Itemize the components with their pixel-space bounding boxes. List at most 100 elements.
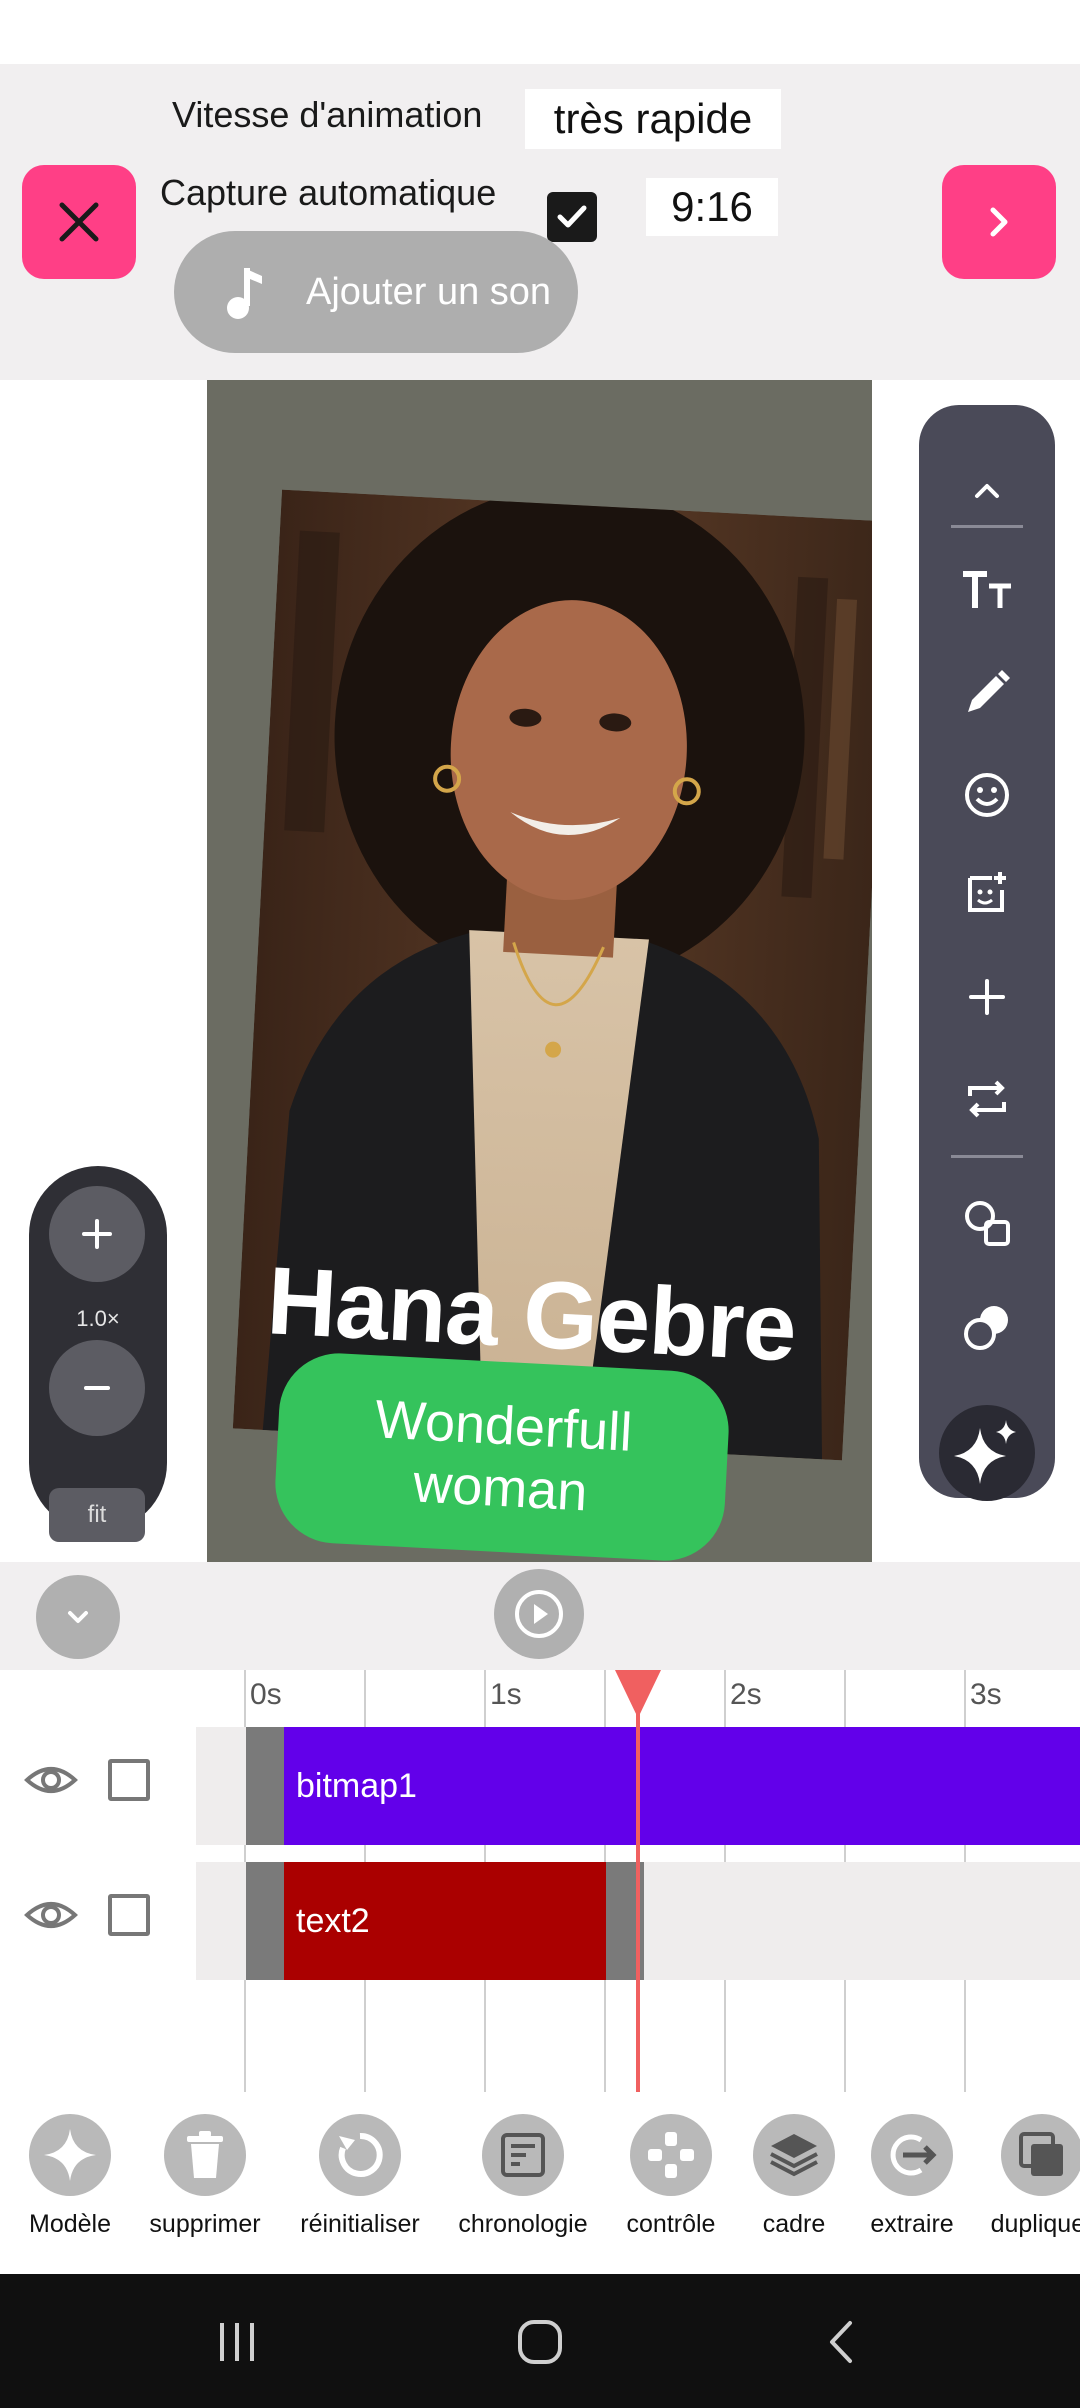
loop-tool-button[interactable] [937,1059,1037,1139]
tick-label: 0s [250,1678,282,1711]
delete-button[interactable]: supprimer [125,2114,285,2239]
add-sound-button[interactable]: Ajouter un son [174,231,578,353]
eye-icon [24,1767,78,1793]
recents-icon [220,2323,254,2361]
duplicate-button[interactable]: dupliquer [962,2114,1080,2239]
editor-canvas-area: Hana Gebre Wonderfull woman 1.0× fit [0,380,1080,1562]
tool-divider [951,525,1023,528]
gamepad-icon [630,2114,712,2196]
tick-label: 3s [970,1678,1002,1711]
next-button[interactable] [942,165,1056,279]
action-label: réinitialiser [300,2210,420,2238]
export-icon [871,2114,953,2196]
chevron-down-icon [68,1611,88,1623]
sticker-tool-button[interactable] [937,853,1037,933]
play-button[interactable] [494,1569,584,1659]
sticker-icon [968,872,1006,912]
blend-tool-button[interactable] [937,1287,1037,1367]
clip-label: bitmap1 [296,1766,417,1805]
home-icon [518,2320,562,2364]
tick-label: 2s [730,1678,762,1711]
track-visibility-toggle[interactable] [24,1760,78,1800]
tool-panel [919,405,1055,1501]
check-icon [557,205,587,228]
animation-speed-select[interactable]: très rapide [525,89,781,149]
animation-speed-label: Vitesse d'animation [172,94,483,135]
status-bar [0,0,1080,64]
zoom-control: 1.0× fit [29,1166,167,1542]
emoji-tool-button[interactable] [937,755,1037,835]
layers-icon [753,2114,835,2196]
duplicate-icon [1001,2114,1080,2196]
recents-button[interactable] [207,2312,267,2372]
tick-label: 1s [490,1678,522,1711]
chevron-up-icon [975,484,999,498]
zoom-out-button[interactable] [49,1340,145,1436]
play-icon [515,1590,563,1638]
zoom-in-button[interactable] [49,1186,145,1282]
add-element-button[interactable] [937,957,1037,1037]
system-nav-bar [0,2274,1080,2408]
sparkle-icon [29,2114,111,2196]
timeline-clip-text2[interactable]: text2 [284,1862,606,1980]
collapse-tools-button[interactable] [937,450,1037,530]
track-select-checkbox[interactable] [108,1894,150,1936]
zoom-level: 1.0× [76,1306,120,1331]
action-label: dupliquer [990,2210,1080,2238]
animation-settings-bar: Vitesse d'animation très rapide Capture … [0,64,1080,380]
action-label: chronologie [458,2210,588,2238]
reset-icon [319,2114,401,2196]
home-button[interactable] [510,2312,570,2372]
subtitle-badge[interactable]: Wonderfull woman [272,1350,732,1562]
blend-icon [964,1306,1008,1350]
playhead-line [636,1710,640,2092]
timeline-button[interactable]: chronologie [443,2114,603,2239]
subtitle-badge-text: Wonderfull woman [373,1389,634,1523]
collapse-button[interactable] [36,1575,120,1659]
back-button[interactable] [812,2312,872,2372]
plus-icon [969,979,1005,1015]
playback-bar [0,1562,1080,1670]
track-visibility-toggle[interactable] [24,1895,78,1935]
video-stage[interactable]: Hana Gebre Wonderfull woman [207,380,872,1562]
playhead-handle[interactable] [615,1670,661,1718]
auto-capture-checkbox[interactable] [547,192,597,242]
music-note-icon [214,264,274,320]
trash-icon [164,2114,246,2196]
close-button[interactable] [22,165,136,279]
action-label: extraire [870,2210,954,2238]
text-tool-button[interactable] [937,550,1037,630]
action-label: cadre [762,2210,826,2238]
reset-button[interactable]: réinitialiser [280,2114,440,2239]
fit-button[interactable]: fit [49,1488,145,1542]
sparkle-icon [954,1420,1016,1484]
close-icon [59,202,99,242]
back-icon [830,2321,852,2363]
action-label: contrôle [626,2210,716,2238]
eye-icon [24,1902,78,1928]
repeat-icon [968,1080,1006,1118]
chevron-right-icon [990,207,1008,237]
timeline-icon [482,2114,564,2196]
shapes-icon [965,1201,1010,1246]
text-size-icon [963,571,1011,608]
action-label: supprimer [149,2210,261,2238]
pencil-icon [968,670,1010,712]
auto-capture-label: Capture automatique [160,172,497,213]
action-label: Modèle [29,2210,111,2238]
clip-handle[interactable] [246,1727,284,1845]
add-sound-label: Ajouter un son [306,270,552,313]
clip-handle[interactable] [246,1862,284,1980]
minus-icon [84,1386,110,1390]
shapes-tool-button[interactable] [937,1183,1037,1263]
aspect-ratio-select[interactable]: 9:16 [646,178,778,236]
action-toolbar: Modèle supprimer réinitialiser chronolog… [0,2092,1080,2274]
track-select-checkbox[interactable] [108,1759,150,1801]
ai-magic-button[interactable] [939,1405,1035,1501]
tool-divider [951,1155,1023,1158]
plus-icon [82,1219,112,1249]
timeline-clip-bitmap1[interactable]: bitmap1 [284,1727,1080,1845]
timeline[interactable]: 0s 1s 2s 3s bitmap1 text2 [0,1670,1080,2092]
draw-tool-button[interactable] [937,653,1037,733]
clip-label: text2 [296,1901,370,1940]
